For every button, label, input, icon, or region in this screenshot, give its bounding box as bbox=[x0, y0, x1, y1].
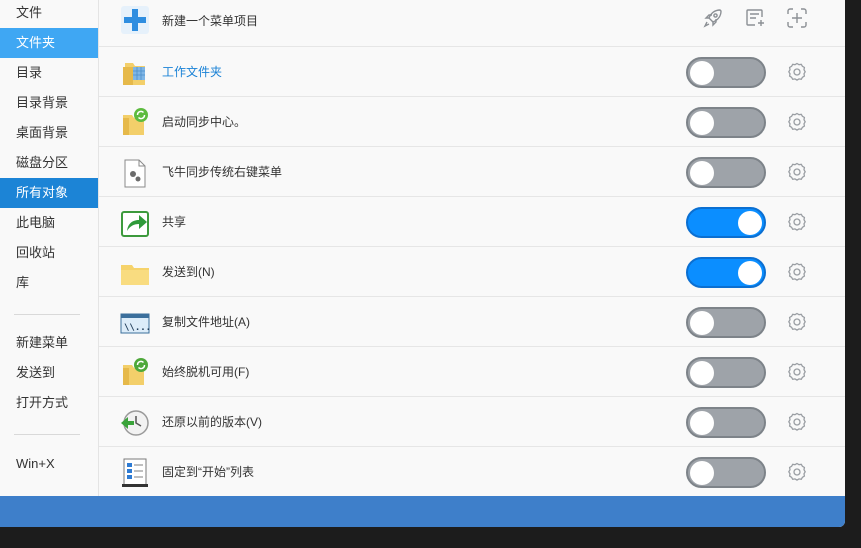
menu-item-row[interactable]: 固定到“开始”列表 bbox=[99, 447, 845, 497]
menu-item-toggle[interactable] bbox=[686, 457, 766, 488]
status-bar bbox=[0, 496, 845, 527]
toggle-knob bbox=[738, 261, 762, 285]
menu-item-label: 启动同步中心。 bbox=[162, 115, 247, 129]
sidebar-item-send-to[interactable]: 发送到 bbox=[0, 358, 98, 388]
menu-item-toggle[interactable] bbox=[686, 157, 766, 188]
restore-clock-icon bbox=[119, 407, 151, 439]
toggle-knob bbox=[690, 411, 714, 435]
menu-item-label: 工作文件夹 bbox=[162, 65, 223, 79]
add-plus-icon[interactable] bbox=[119, 4, 151, 36]
menu-item-row[interactable]: 启动同步中心。 bbox=[99, 97, 845, 147]
sidebar: 文件 文件夹 目录 目录背景 桌面背景 磁盘分区 所有对象 此电脑 回收站 库 … bbox=[0, 0, 99, 496]
toggle-knob bbox=[690, 111, 714, 135]
menu-item-toggle[interactable] bbox=[686, 407, 766, 438]
sidebar-item-directory-background[interactable]: 目录背景 bbox=[0, 88, 98, 118]
toggle-knob bbox=[738, 211, 762, 235]
menu-item-label: 始终脱机可用(F) bbox=[162, 365, 250, 379]
sidebar-item-winx[interactable]: Win+X bbox=[0, 449, 98, 479]
work-folder-icon bbox=[119, 57, 151, 89]
folder-icon bbox=[119, 257, 151, 289]
menu-item-label: 发送到(N) bbox=[162, 265, 215, 279]
menu-item-toggle[interactable] bbox=[686, 207, 766, 238]
sidebar-divider bbox=[14, 434, 80, 435]
pin-start-icon bbox=[119, 457, 151, 489]
menu-item-row[interactable]: 发送到(N) bbox=[99, 247, 845, 297]
menu-item-row[interactable]: 飞牛同步传统右键菜单 bbox=[99, 147, 845, 197]
sidebar-item-all-objects[interactable]: 所有对象 bbox=[0, 178, 98, 208]
toggle-knob bbox=[690, 61, 714, 85]
menu-item-row[interactable]: 共享 bbox=[99, 197, 845, 247]
gear-icon[interactable] bbox=[786, 261, 808, 283]
sidebar-item-open-with[interactable]: 打开方式 bbox=[0, 388, 98, 418]
gear-icon[interactable] bbox=[786, 61, 808, 83]
settings-file-icon bbox=[119, 157, 151, 189]
sidebar-item-folder[interactable]: 文件夹 bbox=[0, 28, 98, 58]
rocket-icon[interactable] bbox=[700, 5, 726, 31]
menu-item-label: 共享 bbox=[162, 215, 187, 229]
menu-item-label: 飞牛同步传统右键菜单 bbox=[162, 165, 283, 179]
sidebar-item-new-menu[interactable]: 新建菜单 bbox=[0, 328, 98, 358]
sync-folder-icon bbox=[119, 107, 151, 139]
menu-item-row[interactable]: 始终脱机可用(F) bbox=[99, 347, 845, 397]
gear-icon[interactable] bbox=[786, 411, 808, 433]
toggle-knob bbox=[690, 461, 714, 485]
menu-item-toggle[interactable] bbox=[686, 307, 766, 338]
menu-item-toggle[interactable] bbox=[686, 107, 766, 138]
path-icon: \\... bbox=[119, 307, 151, 339]
menu-item-row[interactable]: 还原以前的版本(V) bbox=[99, 397, 845, 447]
sidebar-item-desktop-background[interactable]: 桌面背景 bbox=[0, 118, 98, 148]
menu-item-label: 还原以前的版本(V) bbox=[162, 415, 262, 429]
menu-item-toggle[interactable] bbox=[686, 357, 766, 388]
share-icon bbox=[119, 207, 151, 239]
gear-icon[interactable] bbox=[786, 161, 808, 183]
sidebar-divider bbox=[14, 314, 80, 315]
sidebar-item-this-pc[interactable]: 此电脑 bbox=[0, 208, 98, 238]
menu-item-list: 新建一个菜单项目 工作文件夹 启动同步中心。 飞牛同步传统右键菜单 共享 发送到… bbox=[99, 0, 845, 497]
edit-list-icon[interactable] bbox=[742, 5, 768, 31]
menu-item-row[interactable]: 工作文件夹 bbox=[99, 47, 845, 97]
gear-icon[interactable] bbox=[786, 111, 808, 133]
sidebar-item-disk-partition[interactable]: 磁盘分区 bbox=[0, 148, 98, 178]
menu-item-row[interactable]: \\... 复制文件地址(A) bbox=[99, 297, 845, 347]
new-item-label[interactable]: 新建一个菜单项目 bbox=[162, 0, 258, 46]
svg-text:\\...: \\... bbox=[124, 323, 151, 333]
toggle-knob bbox=[690, 161, 714, 185]
gear-icon[interactable] bbox=[786, 461, 808, 483]
sidebar-item-recycle-bin[interactable]: 回收站 bbox=[0, 238, 98, 268]
add-square-icon[interactable] bbox=[784, 5, 810, 31]
sidebar-item-library[interactable]: 库 bbox=[0, 268, 98, 298]
gear-icon[interactable] bbox=[786, 361, 808, 383]
menu-item-label: 固定到“开始”列表 bbox=[162, 465, 254, 479]
sidebar-item-directory[interactable]: 目录 bbox=[0, 58, 98, 88]
gear-icon[interactable] bbox=[786, 311, 808, 333]
sidebar-item-file[interactable]: 文件 bbox=[0, 0, 98, 28]
menu-item-label: 复制文件地址(A) bbox=[162, 315, 250, 329]
new-item-row[interactable]: 新建一个菜单项目 bbox=[99, 0, 845, 47]
menu-item-toggle[interactable] bbox=[686, 57, 766, 88]
gear-icon[interactable] bbox=[786, 211, 808, 233]
offline-folder-icon bbox=[119, 357, 151, 389]
toggle-knob bbox=[690, 361, 714, 385]
app-window: 文件 文件夹 目录 目录背景 桌面背景 磁盘分区 所有对象 此电脑 回收站 库 … bbox=[0, 0, 845, 527]
menu-item-toggle[interactable] bbox=[686, 257, 766, 288]
toggle-knob bbox=[690, 311, 714, 335]
